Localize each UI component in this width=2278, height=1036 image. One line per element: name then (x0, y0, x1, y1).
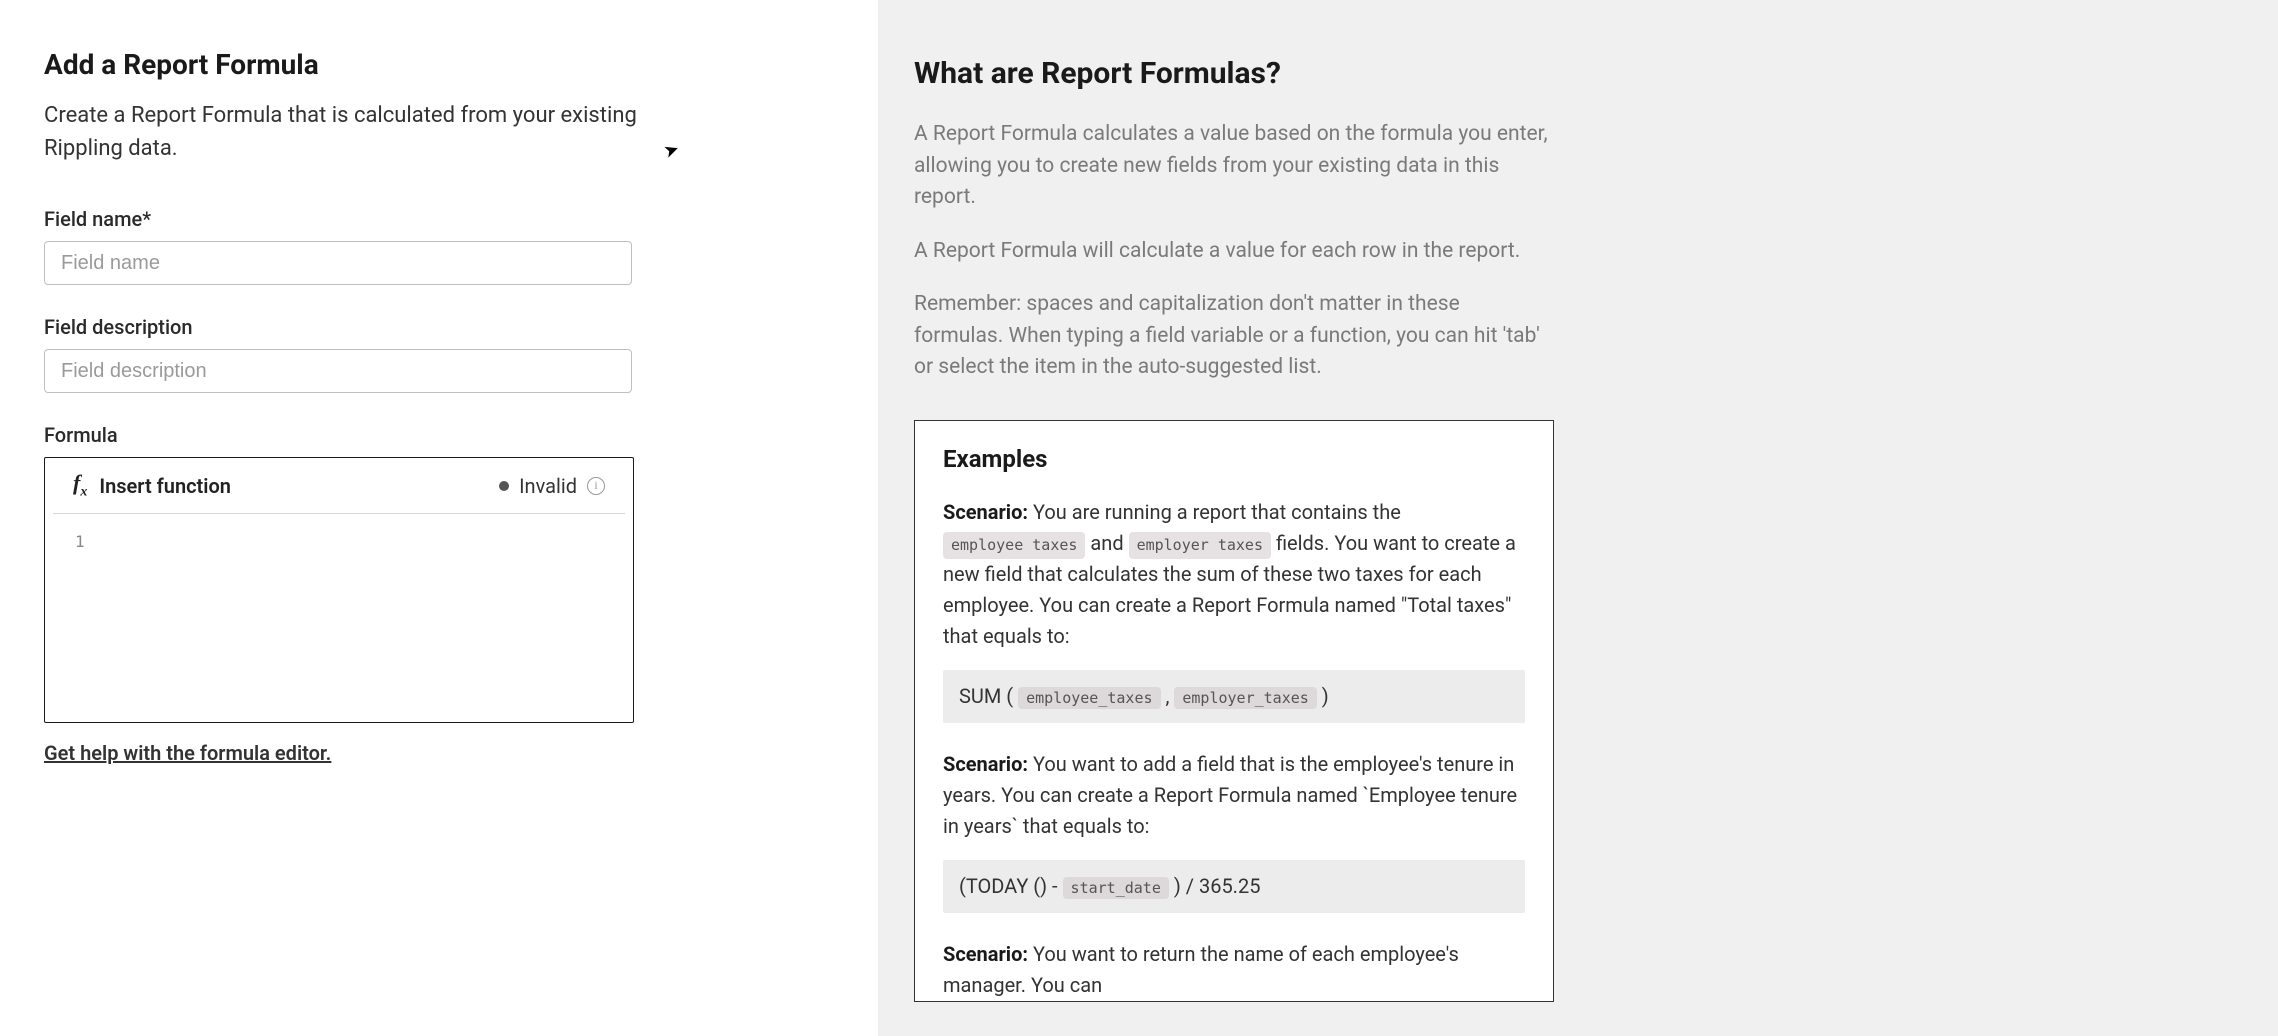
insert-function-button[interactable]: fx Insert function (73, 472, 231, 499)
pill-employer-taxes: employer taxes (1129, 532, 1271, 559)
field-description-input[interactable] (44, 349, 632, 393)
right-para-3: Remember: spaces and capitalization don'… (914, 289, 1554, 384)
code-block-2: (TODAY () - start_date ) / 365.25 (943, 860, 1525, 913)
page-title: Add a Report Formula (44, 48, 834, 81)
formula-editor[interactable]: 1 (45, 514, 633, 722)
pill-employer-taxes-code: employer_taxes (1174, 687, 1316, 709)
code-block-1: SUM ( employee_taxes , employer_taxes ) (943, 670, 1525, 723)
status-text: Invalid (519, 474, 577, 498)
right-title: What are Report Formulas? (914, 56, 2218, 91)
pill-employee-taxes: employee taxes (943, 532, 1085, 559)
info-icon[interactable]: i (587, 477, 605, 495)
line-number: 1 (75, 532, 85, 551)
formula-status: Invalid i (499, 474, 605, 498)
right-para-1: A Report Formula calculates a value base… (914, 119, 1554, 214)
scenario-3: Scenario: You want to return the name of… (943, 939, 1525, 1001)
field-name-input[interactable] (44, 241, 632, 285)
right-para-2: A Report Formula will calculate a value … (914, 236, 1554, 268)
examples-heading: Examples (943, 445, 1525, 473)
page-subtitle: Create a Report Formula that is calculat… (44, 99, 684, 165)
scenario-label: Scenario: (943, 752, 1028, 776)
left-panel: Add a Report Formula Create a Report For… (0, 0, 878, 1036)
formula-label: Formula (44, 423, 834, 447)
help-link[interactable]: Get help with the formula editor. (44, 741, 331, 765)
scenario-2: Scenario: You want to add a field that i… (943, 749, 1525, 842)
status-dot-icon (499, 481, 509, 491)
fx-icon: fx (73, 472, 87, 499)
field-name-label: Field name* (44, 207, 834, 231)
scenario-1: Scenario: You are running a report that … (943, 497, 1525, 652)
scenario-label: Scenario: (943, 942, 1028, 966)
right-panel: What are Report Formulas? A Report Formu… (878, 0, 2278, 1036)
pill-employee-taxes-code: employee_taxes (1018, 687, 1160, 709)
scenario-label: Scenario: (943, 500, 1028, 524)
formula-toolbar: fx Insert function Invalid i (53, 458, 625, 514)
insert-function-label: Insert function (99, 474, 231, 498)
pill-start-date: start_date (1063, 877, 1169, 899)
formula-box: fx Insert function Invalid i 1 (44, 457, 634, 723)
examples-box: Examples Scenario: You are running a rep… (914, 420, 1554, 1002)
field-description-label: Field description (44, 315, 834, 339)
